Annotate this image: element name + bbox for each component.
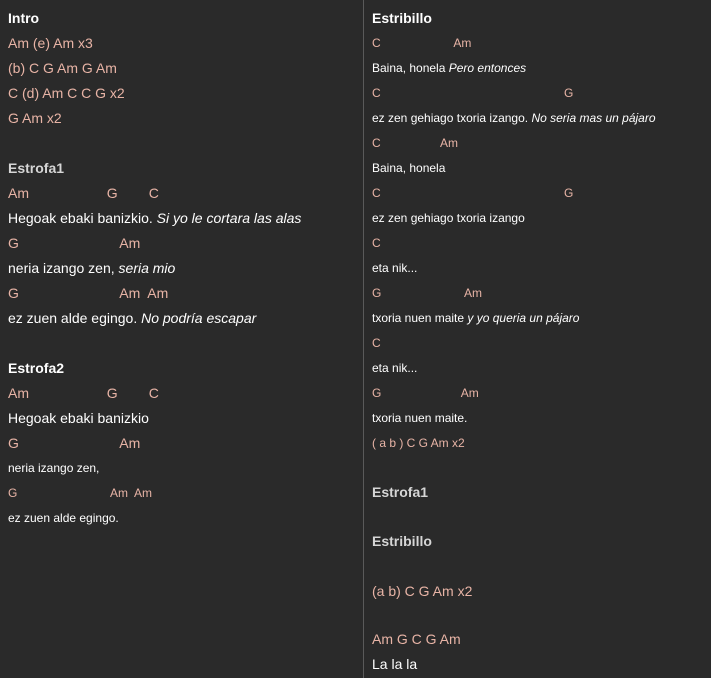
lyric-text: neria izango zen,	[8, 260, 119, 276]
estribillo-chords-9: ( a b ) C G Am x2	[372, 436, 465, 450]
estribillo-chords-2: C G	[372, 86, 574, 100]
estribillo-chords-6: G Am	[372, 286, 483, 300]
left-column: Intro Am (e) Am x3 (b) C G Am G Am C (d)…	[0, 0, 363, 678]
estribillo-heading: Estribillo	[372, 10, 432, 26]
translation-text: Si yo le cortara las alas	[156, 210, 302, 226]
lyric-text: Hegoak ebaki banizkio.	[8, 210, 157, 226]
translation-text: No seria mas un pájaro	[531, 111, 656, 125]
estrofa1-lyric-1: Hegoak ebaki banizkio. Si yo le cortara …	[8, 208, 301, 228]
intro-chords-4: G Am x2	[8, 110, 62, 126]
outro-chords-2: Am G C G Am	[372, 631, 461, 647]
estribillo-lyric-8: txoria nuen maite.	[372, 411, 468, 425]
estrofa2-chords-2: G Am	[8, 435, 141, 451]
estrofa1-reference: Estrofa1	[372, 484, 429, 500]
estribillo-chords-7: C	[372, 336, 381, 350]
estribillo-lyric-7: eta nik...	[372, 361, 418, 375]
translation-text: Pero entonces	[448, 61, 527, 75]
intro-chords-3: C (d) Am C C G x2	[8, 85, 125, 101]
estrofa1-lyric-3: ez zuen alde egingo. No podría escapar	[8, 308, 256, 328]
estribillo-lyric-3: Baina, honela	[372, 161, 446, 175]
estrofa2-lyric-2: neria izango zen,	[8, 461, 100, 475]
estrofa2-chords-1: Am G C	[8, 385, 159, 401]
estribillo-chords-5: C	[372, 236, 381, 250]
intro-chords-2: (b) C G Am G Am	[8, 60, 117, 76]
estribillo-lyric-4: ez zen gehiago txoria izango	[372, 211, 525, 225]
estrofa2-chords-3: G Am Am	[8, 486, 153, 500]
estribillo-chords-8: G Am	[372, 386, 479, 400]
estribillo-chords-4: C G	[372, 186, 574, 200]
lyric-text: ez zuen alde egingo.	[8, 310, 142, 326]
estrofa1-chords-1: Am G C	[8, 185, 159, 201]
estribillo-chords-3: C Am	[372, 136, 459, 150]
translation-text: seria mio	[118, 260, 176, 276]
lyric-text: txoria nuen maite	[372, 311, 468, 325]
estrofa1-lyric-2: neria izango zen, seria mio	[8, 258, 175, 278]
estrofa1-heading: Estrofa1	[8, 160, 65, 176]
translation-text: No podría escapar	[141, 310, 257, 326]
right-column: Estribillo C Am Baina, honela Pero enton…	[364, 0, 711, 678]
estrofa2-lyric-3: ez zuen alde egingo.	[8, 511, 119, 525]
intro-chords-1: Am (e) Am x3	[8, 35, 93, 51]
estrofa2-heading: Estrofa2	[8, 360, 65, 376]
estribillo-reference: Estribillo	[372, 533, 432, 549]
estribillo-lyric-1: Baina, honela Pero entonces	[372, 58, 526, 78]
outro-lyric: La la la	[372, 656, 418, 672]
lyric-text: Baina, honela	[372, 61, 449, 75]
estribillo-chords-1: C Am	[372, 36, 472, 50]
translation-text: y yo queria un pájaro	[467, 311, 580, 325]
estrofa1-chords-3: G Am Am	[8, 285, 169, 301]
intro-heading: Intro	[8, 10, 40, 26]
outro-chords-1: (a b) C G Am x2	[372, 583, 473, 599]
estrofa1-chords-2: G Am	[8, 235, 141, 251]
estrofa2-lyric-1: Hegoak ebaki banizkio	[8, 410, 149, 426]
estribillo-lyric-6: txoria nuen maite y yo queria un pájaro	[372, 308, 579, 328]
estribillo-lyric-2: ez zen gehiago txoria izango. No seria m…	[372, 108, 656, 128]
estribillo-lyric-5: eta nik...	[372, 261, 418, 275]
lyric-text: ez zen gehiago txoria izango.	[372, 111, 532, 125]
